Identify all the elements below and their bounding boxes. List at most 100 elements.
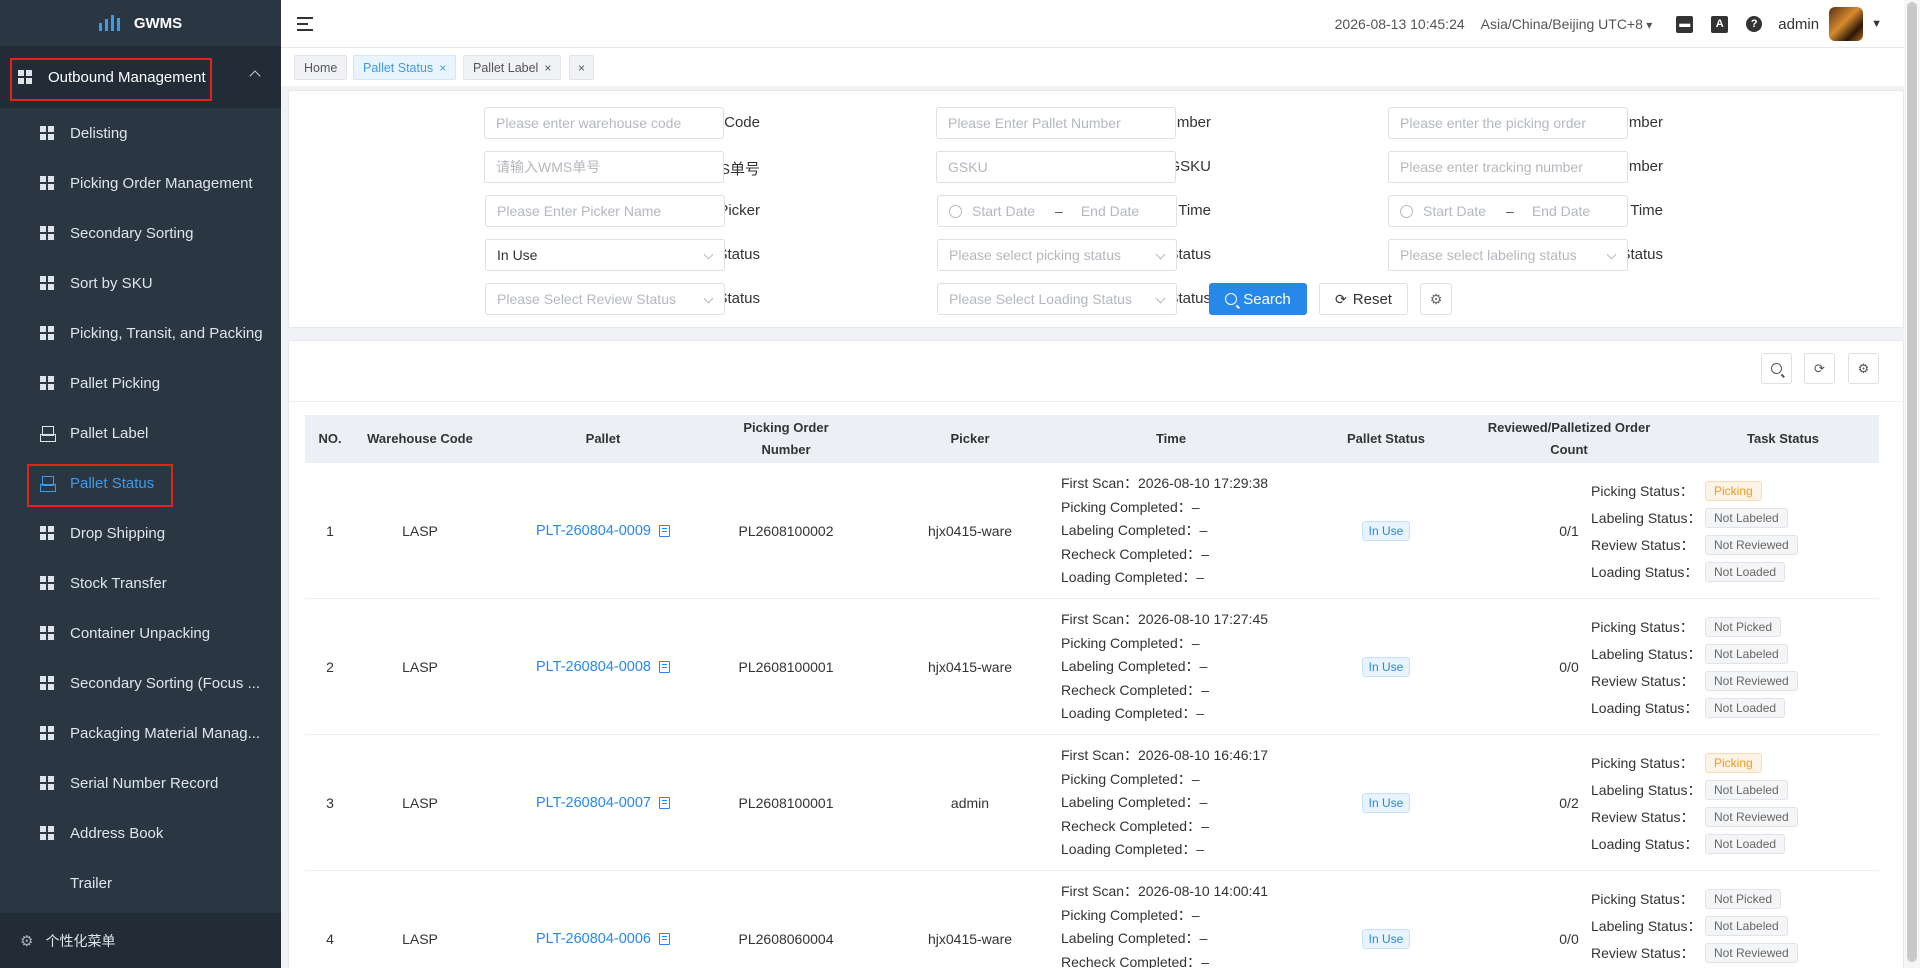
table-search-button[interactable] <box>1761 353 1792 384</box>
app-logo[interactable]: GWMS <box>0 0 281 46</box>
pallet-status-select[interactable]: In Use <box>485 239 725 271</box>
copy-icon[interactable] <box>659 661 671 673</box>
timezone-select[interactable]: Asia/China/Beijing UTC+8 <box>1481 16 1653 32</box>
sidebar-item-label: Packaging Material Manag... <box>70 724 261 742</box>
time-picking-completed: Picking Completed：– <box>1061 632 1281 656</box>
loading-status-select[interactable]: Please Select Loading Status <box>937 283 1177 315</box>
warehouse-code-input[interactable]: Please enter warehouse code <box>484 107 724 139</box>
picking-status-select[interactable]: Please select picking status <box>937 239 1177 271</box>
tab-home[interactable]: Home <box>294 55 348 80</box>
time-value: – <box>1199 658 1208 675</box>
pallet-link[interactable]: PLT-260804-0009 <box>536 523 651 539</box>
sidebar-item-label: Picking Order Management <box>70 174 253 192</box>
time-value: – <box>1201 817 1209 834</box>
time-picking-completed: Picking Completed：– <box>1061 496 1281 520</box>
sidebar-item-secondary-sorting-focus[interactable]: Secondary Sorting (Focus ... <box>0 658 281 708</box>
sidebar-item-picking-order-management[interactable]: Picking Order Management <box>0 158 281 208</box>
labeling-status-select[interactable]: Please select labeling status <box>1388 239 1628 271</box>
reset-button[interactable]: ⟳ Reset <box>1319 283 1408 315</box>
grid-icon <box>40 726 54 740</box>
sidebar-item-container-unpacking[interactable]: Container Unpacking <box>0 608 281 658</box>
time-picking-completed: Picking Completed：– <box>1061 768 1281 792</box>
menu-toggle-icon[interactable] <box>297 16 313 31</box>
sidebar-item-secondary-sorting[interactable]: Secondary Sorting <box>0 208 281 258</box>
form-settings-button[interactable]: ⚙ <box>1420 283 1452 315</box>
copy-icon[interactable] <box>659 933 671 945</box>
close-icon[interactable]: × <box>439 61 446 75</box>
sidebar-item-serial-number-record[interactable]: Serial Number Record <box>0 758 281 808</box>
sidebar-item-pallet-status[interactable]: Pallet Status <box>0 458 281 508</box>
task-label: Loading Status： <box>1591 835 1699 852</box>
tab-label: Pallet Label <box>473 60 539 75</box>
menu-outbound-management[interactable]: Outbound Management <box>0 46 281 108</box>
pallet-link[interactable]: PLT-260804-0008 <box>536 659 651 675</box>
copy-icon[interactable] <box>659 797 671 809</box>
time-loading-completed: Loading Completed：– <box>1061 702 1281 726</box>
sidebar-item-picking-transit-and-packing[interactable]: Picking, Transit, and Packing <box>0 308 281 358</box>
table-settings-button[interactable]: ⚙ <box>1848 353 1879 384</box>
time-loading-completed: Loading Completed：– <box>1061 566 1281 590</box>
sidebar-item-address-book[interactable]: Address Book <box>0 808 281 858</box>
loading-status-placeholder: Please Select Loading Status <box>949 291 1132 307</box>
table-row: 2 LASP PLT-260804-0008 PL2608100001 hjx0415-… <box>305 599 1879 735</box>
pallet-link[interactable]: PLT-260804-0006 <box>536 931 651 947</box>
tracking-number-input[interactable]: Please enter tracking number <box>1388 151 1628 183</box>
sidebar-item-delisting[interactable]: Delisting <box>0 108 281 158</box>
table-refresh-button[interactable]: ⟳ <box>1804 353 1835 384</box>
picking-order-number-input[interactable]: Please enter the picking order <box>1388 107 1628 139</box>
message-icon[interactable]: ▬ <box>1676 15 1694 33</box>
sidebar-item-pallet-picking[interactable]: Pallet Picking <box>0 358 281 408</box>
username[interactable]: admin <box>1778 16 1819 33</box>
sidebar-item-stock-transfer[interactable]: Stock Transfer <box>0 558 281 608</box>
help-icon[interactable]: ? <box>1746 16 1763 32</box>
close-all-tabs-button[interactable]: × <box>569 55 595 80</box>
task-loading: Loading Status： Not Loaded <box>1591 561 1831 583</box>
search-button[interactable]: Search <box>1209 283 1307 315</box>
page-scrollbar[interactable] <box>1904 0 1920 968</box>
close-icon[interactable]: × <box>544 61 551 75</box>
first-scan-time-range[interactable]: Start Date – End Date <box>937 195 1177 227</box>
pallet-status-value: In Use <box>497 247 538 263</box>
sidebar-item-label: Container Unpacking <box>70 624 211 642</box>
chevron-down-icon <box>1155 293 1166 304</box>
col-header-order-count: Reviewed/Palletized Order Count <box>1451 415 1687 463</box>
clock-icon <box>949 204 962 218</box>
cell-picking-order: PL2608100001 <box>738 659 834 675</box>
time-loading-completed: Loading Completed：– <box>1061 838 1281 862</box>
wms-no-input[interactable]: 请输入WMS单号 <box>484 151 724 183</box>
status-badge: Not Loaded <box>1705 561 1786 582</box>
task-label: Labeling Status： <box>1591 509 1702 526</box>
task-labeling: Labeling Status： Not Labeled <box>1591 643 1831 665</box>
time-recheck-completed: Recheck Completed：– <box>1061 951 1281 968</box>
search-icon <box>1225 293 1238 305</box>
pallet-number-input[interactable]: Please Enter Pallet Number <box>936 107 1176 139</box>
task-picking: Picking Status： Not Picked <box>1591 888 1831 910</box>
status-badge: Not Reviewed <box>1705 942 1798 963</box>
time-label: Picking Completed： <box>1061 770 1192 787</box>
tab-pallet-status[interactable]: Pallet Status × <box>353 55 457 80</box>
gsku-input[interactable]: GSKU <box>936 151 1176 183</box>
sidebar-item-pallet-label[interactable]: Pallet Label <box>0 408 281 458</box>
sidebar-item-sort-by-sku[interactable]: Sort by SKU <box>0 258 281 308</box>
time-value: – <box>1199 930 1208 947</box>
copy-icon[interactable] <box>659 525 671 537</box>
picker-input[interactable]: Please Enter Picker Name <box>485 195 725 227</box>
personalize-menu[interactable]: ⚙ 个性化菜单 <box>0 913 281 968</box>
refresh-icon: ⟳ <box>1335 290 1347 307</box>
avatar[interactable] <box>1829 7 1864 41</box>
tab-pallet-label[interactable]: Pallet Label × <box>463 55 562 80</box>
sidebar-item-label: Serial Number Record <box>70 774 219 792</box>
table-row: 3 LASP PLT-260804-0007 PL2608100001 admin Fir… <box>305 735 1879 871</box>
col-header-task-status: Task Status <box>1746 431 1819 446</box>
language-icon[interactable]: A <box>1711 15 1729 33</box>
sidebar-item-trailer[interactable]: Trailer <box>0 858 281 908</box>
caret-down-icon[interactable]: ▼ <box>1871 18 1882 30</box>
time-label: Recheck Completed： <box>1061 681 1202 698</box>
sidebar-item-packaging-material-manag[interactable]: Packaging Material Manag... <box>0 708 281 758</box>
picking-completion-time-range[interactable]: Start Date – End Date <box>1388 195 1628 227</box>
pallet-link[interactable]: PLT-260804-0007 <box>536 795 651 811</box>
scrollbar-thumb[interactable] <box>1907 2 1917 962</box>
review-status-select[interactable]: Please Select Review Status <box>485 283 725 315</box>
cell-pallet: PLT-260804-0009 <box>485 463 721 599</box>
sidebar-item-drop-shipping[interactable]: Drop Shipping <box>0 508 281 558</box>
